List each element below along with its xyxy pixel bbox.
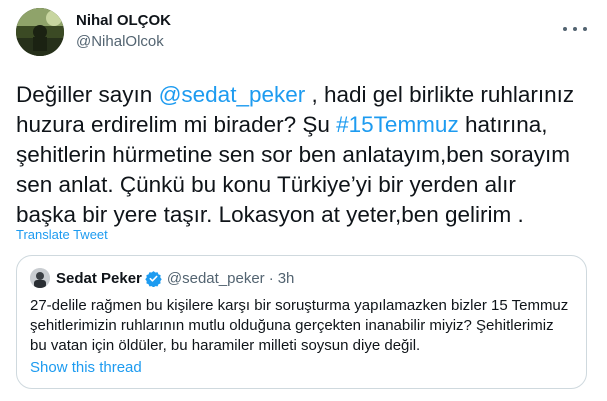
more-options-icon[interactable] bbox=[563, 22, 587, 36]
tweet-text-line: huzura erdirelim mi birader? Şu #15Temmu… bbox=[16, 110, 586, 140]
quoted-tweet-text-line: şehitlerimizin ruhlarının mutlu olduğuna… bbox=[30, 317, 554, 334]
tweet-text-line: şehitlerin hürmetine sen sor ben anlatay… bbox=[16, 140, 586, 170]
verified-badge-icon bbox=[145, 270, 162, 287]
quoted-tweet-time[interactable]: 3h bbox=[278, 270, 295, 287]
tweet-text-segment: başka bir yere taşır. Lokasyon at yeter,… bbox=[16, 202, 524, 227]
tweet-text-line: sen anlat. Çünkü bu konu Türkiye’yi bir … bbox=[16, 170, 586, 200]
quoted-tweet-text-line: bu vatan için öldüler, bu haramiler mill… bbox=[30, 337, 421, 354]
mention-link[interactable]: @sedat_peker bbox=[159, 82, 306, 107]
author-avatar-image bbox=[16, 8, 64, 56]
tweet-text-line: Değiller sayın @sedat_peker , hadi gel b… bbox=[16, 80, 586, 110]
tweet-text-segment: şehitlerin hürmetine sen sor ben anlatay… bbox=[16, 142, 571, 167]
show-thread-link[interactable]: Show this thread bbox=[30, 359, 142, 376]
quoted-author-name: Sedat Peker bbox=[56, 269, 142, 287]
quoted-tweet-text: 27-delile rağmen bu kişilere karşı bir s… bbox=[30, 296, 578, 356]
tweet-text-segment: huzura erdirelim mi birader? Şu bbox=[16, 112, 337, 137]
tweet-text-line: başka bir yere taşır. Lokasyon at yeter,… bbox=[16, 200, 586, 230]
tweet-text-segment: Değiller sayın bbox=[16, 82, 159, 107]
quoted-tweet-text-line: 27-delile rağmen bu kişilere karşı bir s… bbox=[30, 297, 569, 314]
quoted-tweet[interactable]: Sedat Peker @sedat_peker · 3h 27-delile … bbox=[16, 255, 587, 389]
author-name[interactable]: Nihal OLÇOK bbox=[76, 11, 171, 31]
tweet-text-segment: hatırına, bbox=[458, 112, 548, 137]
quoted-author-avatar bbox=[30, 268, 50, 288]
author-avatar[interactable] bbox=[16, 8, 64, 56]
author-handle[interactable]: @NihalOlcok bbox=[76, 32, 171, 52]
quoted-author-handle: @sedat_peker bbox=[166, 269, 265, 287]
tweet-text-segment: , hadi gel birlikte ruhlarınız bbox=[305, 82, 575, 107]
quoted-tweet-header: Sedat Peker @sedat_peker · 3h bbox=[30, 268, 294, 288]
tweet-text: Değiller sayın @sedat_peker , hadi gel b… bbox=[16, 80, 586, 230]
author-info: Nihal OLÇOK @NihalOlcok bbox=[76, 11, 171, 52]
hashtag-link[interactable]: #15Temmuz bbox=[336, 112, 459, 137]
translate-tweet-link[interactable]: Translate Tweet bbox=[16, 227, 108, 242]
separator-dot: · bbox=[268, 269, 274, 287]
tweet-text-segment: sen anlat. Çünkü bu konu Türkiye’yi bir … bbox=[16, 172, 516, 197]
